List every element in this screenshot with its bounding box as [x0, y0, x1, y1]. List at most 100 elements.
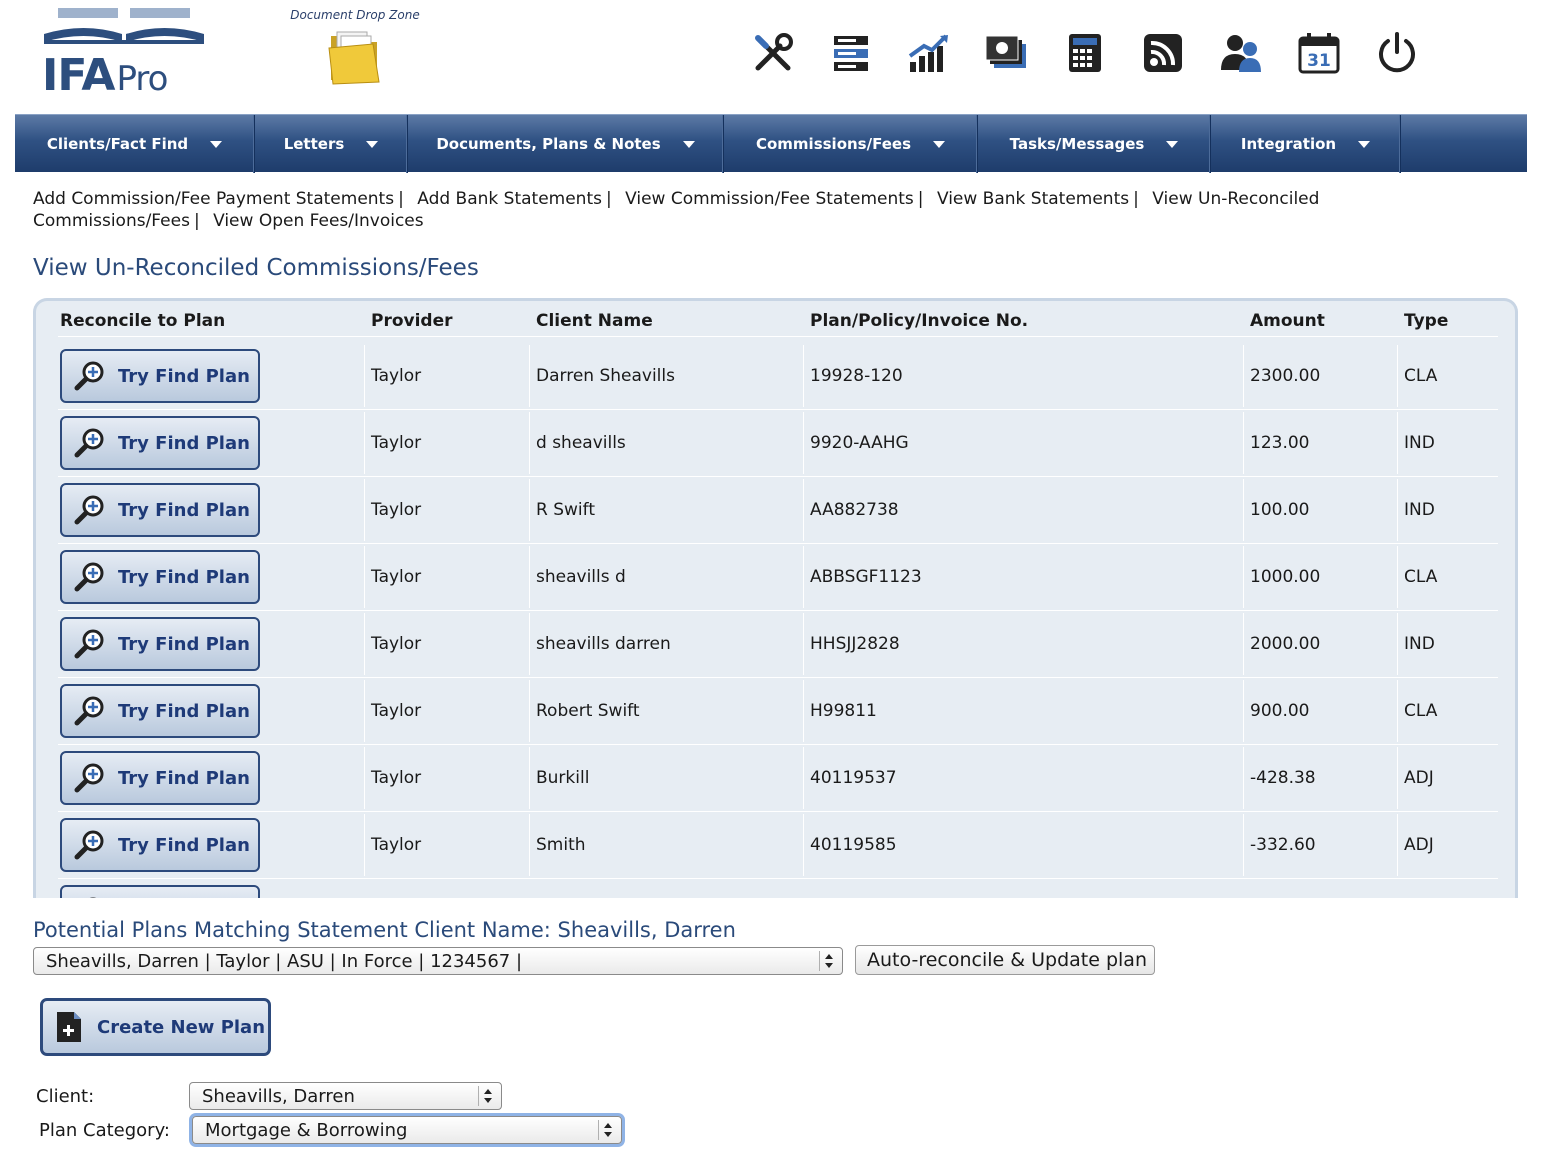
link-view-open-fees[interactable]: View Open Fees/Invoices [213, 211, 424, 231]
nav-integration[interactable]: Integration [1211, 115, 1401, 173]
link-view-bank-statements[interactable]: View Bank Statements [937, 189, 1129, 209]
cell-amount: 1000.00 [1250, 567, 1321, 587]
tools-icon[interactable] [734, 26, 812, 80]
cell-amount: -332.60 [1250, 835, 1316, 855]
magnifier-plus-icon [74, 830, 104, 860]
link-add-commission-statements[interactable]: Add Commission/Fee Payment Statements [33, 189, 394, 209]
calculator-icon[interactable] [1046, 26, 1124, 80]
cell-provider: Taylor [371, 634, 422, 654]
potential-plan-select[interactable]: Sheavills, Darren | Taylor | ASU | In Fo… [33, 947, 843, 975]
cell-amount: 2000.00 [1250, 634, 1321, 654]
header-provider: Provider [371, 311, 453, 331]
try-find-plan-button[interactable]: Try Find Plan [60, 416, 260, 470]
cell-client-name: d sheavills [536, 433, 626, 453]
nav-tasks-messages[interactable]: Tasks/Messages [978, 115, 1211, 173]
magnifier-plus-icon [74, 361, 104, 391]
auto-reconcile-button[interactable]: Auto-reconcile & Update plan [855, 945, 1155, 975]
magnifier-plus-icon [74, 696, 104, 726]
cell-type: IND [1404, 634, 1435, 654]
page-title: View Un-Reconciled Commissions/Fees [33, 255, 479, 281]
cell-type: CLA [1404, 366, 1438, 386]
select-arrows-icon [483, 1087, 493, 1105]
book-logo-icon [44, 8, 204, 44]
try-find-plan-button[interactable]: Try Find Plan [60, 684, 260, 738]
nav-documents-plans-notes[interactable]: Documents, Plans & Notes [408, 115, 724, 173]
select-arrows-icon [603, 1121, 613, 1139]
tool-icon-bar: 31 [734, 26, 1436, 80]
table-row: Try Find Plan Taylor Darren Sheavills 19928… [58, 343, 1498, 410]
rss-icon[interactable] [1124, 26, 1202, 80]
plan-category-label: Plan Category: [39, 1120, 170, 1141]
cell-plan-no: 40119537 [810, 768, 897, 788]
cell-client-name: Darren Sheavills [536, 366, 675, 386]
ifapro-logo: IFAPro [40, 8, 210, 101]
try-find-plan-button[interactable]: Try Find Plan [60, 885, 260, 898]
cell-provider: Taylor [371, 500, 422, 520]
power-icon[interactable] [1358, 26, 1436, 80]
chevron-down-icon [1358, 140, 1371, 148]
new-document-icon [57, 1012, 81, 1042]
cell-plan-no: AA882738 [810, 500, 899, 520]
magnifier-plus-icon [74, 562, 104, 592]
cell-client-name: Robert Swift [536, 701, 640, 721]
cell-plan-no: 19928-120 [810, 366, 903, 386]
client-label: Client: [36, 1086, 95, 1107]
table-row: Try Find Plan Taylor sheavills darren HHSJJ… [58, 611, 1498, 678]
try-find-plan-button[interactable]: Try Find Plan [60, 550, 260, 604]
cell-amount: 100.00 [1250, 500, 1310, 520]
cell-amount: 123.00 [1250, 433, 1310, 453]
cell-type: IND [1404, 433, 1435, 453]
magnifier-plus-icon [74, 428, 104, 458]
create-new-plan-button[interactable]: Create New Plan [40, 998, 271, 1056]
nav-letters[interactable]: Letters [255, 115, 408, 173]
table-row: Try Find Plan Taylor Robert Swift H99811 900… [58, 678, 1498, 745]
header-type: Type [1404, 311, 1449, 331]
table-row: Try Find Plan Taylor d sheavills 9920-AAHG 1… [58, 410, 1498, 477]
chevron-down-icon [933, 140, 946, 148]
cell-plan-no: ABBSGF1123 [810, 567, 922, 587]
header-amount: Amount [1250, 311, 1325, 331]
cell-provider: Taylor [371, 567, 422, 587]
cell-type: ADJ [1404, 835, 1434, 855]
main-nav: Clients/Fact Find Letters Documents, Pla… [15, 114, 1527, 173]
table-row: Try Find Plan Taylor R Swift AA882738 100.00… [58, 477, 1498, 544]
cell-provider: Taylor [371, 366, 422, 386]
document-drop-zone[interactable]: Document Drop Zone [280, 8, 430, 90]
header-reconcile: Reconcile to Plan [60, 311, 226, 331]
try-find-plan-button[interactable]: Try Find Plan [60, 818, 260, 872]
chevron-down-icon [682, 140, 695, 148]
money-icon[interactable] [968, 26, 1046, 80]
cell-amount: 2300.00 [1250, 366, 1321, 386]
cell-client-name: R Swift [536, 500, 595, 520]
table-header: Reconcile to Plan Provider Client Name P… [58, 309, 1498, 337]
chevron-down-icon [366, 140, 379, 148]
table-row: Try Find Plan Taylor sheavills d ABBSGF1123… [58, 544, 1498, 611]
cell-client-name: sheavills darren [536, 634, 671, 654]
calendar-icon[interactable]: 31 [1280, 26, 1358, 80]
unreconciled-table: Reconcile to Plan Provider Client Name P… [33, 298, 1518, 898]
try-find-plan-button[interactable]: Try Find Plan [60, 349, 260, 403]
cell-client-name: Burkill [536, 768, 590, 788]
magnifier-plus-icon [74, 629, 104, 659]
magnifier-plus-icon [89, 897, 97, 898]
header-plan-no: Plan/Policy/Invoice No. [810, 311, 1029, 331]
try-find-plan-button[interactable]: Try Find Plan [60, 751, 260, 805]
cell-plan-no: HHSJJ2828 [810, 634, 900, 654]
link-view-commission-statements[interactable]: View Commission/Fee Statements [625, 189, 914, 209]
nav-commissions-fees[interactable]: Commissions/Fees [724, 115, 978, 173]
header-client-name: Client Name [536, 311, 653, 331]
chart-icon[interactable] [890, 26, 968, 80]
link-add-bank-statements[interactable]: Add Bank Statements [417, 189, 602, 209]
magnifier-plus-icon [74, 763, 104, 793]
server-icon[interactable] [812, 26, 890, 80]
try-find-plan-button[interactable]: Try Find Plan [60, 483, 260, 537]
plan-category-select[interactable]: Mortgage & Borrowing [192, 1116, 622, 1144]
chevron-down-icon [1166, 140, 1179, 148]
client-select[interactable]: Sheavills, Darren [189, 1082, 502, 1110]
table-row: Try Find Plan Taylor Smith 40119585 -332.60 A… [58, 812, 1498, 879]
nav-clients-fact-find[interactable]: Clients/Fact Find [15, 115, 255, 173]
users-icon[interactable] [1202, 26, 1280, 80]
cell-provider: Taylor [371, 835, 422, 855]
folder-icon [328, 31, 380, 85]
try-find-plan-button[interactable]: Try Find Plan [60, 617, 260, 671]
